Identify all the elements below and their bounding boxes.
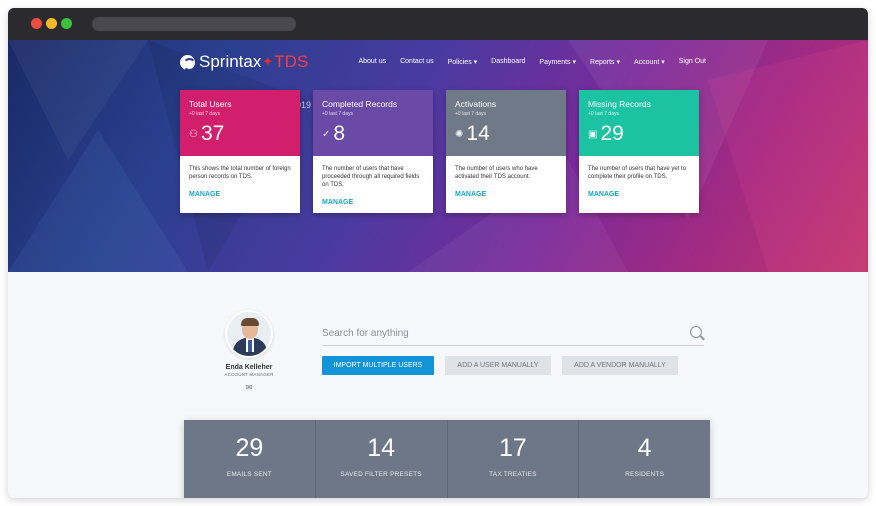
stats-panel: 29 EMAILS SENT 14 SAVED FILTER PRESETS 1… xyxy=(184,420,710,498)
maple-leaf-icon: ✦ xyxy=(262,54,274,69)
nav-item-dashboard[interactable]: Dashboard xyxy=(491,58,525,66)
card-subtitle: +0 last 7 days xyxy=(588,111,619,117)
stat-label: RESIDENTS xyxy=(625,471,665,478)
add-vendor-button[interactable]: ADD A VENDOR MANUALLY xyxy=(562,356,678,375)
nav-item-policies[interactable]: Policies ▾ xyxy=(448,58,478,66)
stat-value: 4 xyxy=(637,434,652,462)
card-head: Completed Records +0 last 7 days ✓ 8 xyxy=(313,90,433,156)
users-icon: ⚇ xyxy=(189,128,198,140)
card-activations: Activations +0 last 7 days ✺ 14 The numb… xyxy=(446,90,566,213)
stat-tax-treaties: 17 TAX TREATIES xyxy=(448,420,580,498)
card-subtitle: +0 last 7 days xyxy=(322,111,353,117)
browser-window: Sprintax ✦ TDS About us Contact us Polic… xyxy=(8,8,868,498)
manage-link[interactable]: MANAGE xyxy=(588,191,690,198)
manager-role: ACCOUNT MANAGER xyxy=(224,372,274,377)
card-subtitle: +0 last 7 days xyxy=(189,111,220,117)
manage-link[interactable]: MANAGE xyxy=(189,191,291,198)
maximize-window-button[interactable] xyxy=(61,18,72,29)
card-title: Completed Records xyxy=(322,99,398,109)
card-body: The number of users who have activated t… xyxy=(446,156,566,207)
browser-chrome xyxy=(8,8,868,40)
stat-emails-sent: 29 EMAILS SENT xyxy=(184,420,316,498)
bulb-icon: ✺ xyxy=(455,128,464,140)
search-input[interactable]: Search for anything xyxy=(322,328,409,339)
stat-saved-filter-presets: 14 SAVED FILTER PRESETS xyxy=(316,420,448,498)
card-value: 37 xyxy=(200,122,225,145)
check-circle-icon: ✓ xyxy=(322,128,331,140)
manage-link[interactable]: MANAGE xyxy=(455,191,557,198)
card-value: 8 xyxy=(333,122,346,145)
sprintax-logo-icon xyxy=(180,54,196,71)
card-value: 14 xyxy=(466,122,490,145)
card-total-users: Total Users +0 last 7 days ⚇ 37 This sho… xyxy=(180,90,300,213)
nav-item-about-us[interactable]: About us xyxy=(358,58,386,66)
top-nav: Sprintax ✦ TDS About us Contact us Polic… xyxy=(180,50,706,80)
stat-value: 14 xyxy=(367,434,396,462)
card-description: The number of users that have proceeded … xyxy=(322,166,420,188)
card-description: This shows the total number of foreign p… xyxy=(189,166,291,180)
card-title: Activations xyxy=(455,99,497,109)
avatar xyxy=(225,310,273,358)
nav-item-contact-us[interactable]: Contact us xyxy=(400,58,433,66)
brand-name: Sprintax xyxy=(199,52,262,71)
stat-label: TAX TREATIES xyxy=(489,471,537,478)
stat-residents: 4 RESIDENTS xyxy=(579,420,710,498)
add-user-button[interactable]: ADD A USER MANUALLY xyxy=(445,356,551,375)
doc-icon: ▣ xyxy=(588,128,598,140)
search-field[interactable]: Search for anything xyxy=(322,324,704,346)
card-body: The number of users that have proceeded … xyxy=(313,156,433,215)
stat-value: 17 xyxy=(498,434,527,462)
card-head: Activations +0 last 7 days ✺ 14 xyxy=(446,90,566,156)
address-bar[interactable] xyxy=(92,17,296,31)
search-icon[interactable] xyxy=(690,326,702,338)
card-subtitle: +0 last 7 days xyxy=(455,111,486,117)
card-value-row: ⚇ 37 xyxy=(189,122,224,146)
card-head: Total Users +0 last 7 days ⚇ 37 xyxy=(180,90,300,156)
card-title: Total Users xyxy=(189,99,232,109)
card-value-row: ✓ 8 xyxy=(322,122,345,146)
close-window-button[interactable] xyxy=(31,18,42,29)
hero-banner: Sprintax ✦ TDS About us Contact us Polic… xyxy=(8,40,868,272)
nav-item-payments[interactable]: Payments ▾ xyxy=(539,58,576,66)
card-value-row: ▣ 29 xyxy=(588,122,624,146)
account-manager: Enda Kelleher ACCOUNT MANAGER ✉ xyxy=(216,310,282,392)
brand-product: TDS xyxy=(274,52,309,71)
mail-icon[interactable]: ✉ xyxy=(216,383,282,392)
card-head: Missing Records +0 last 7 days ▣ 29 xyxy=(579,90,699,156)
card-completed-records: Completed Records +0 last 7 days ✓ 8 The… xyxy=(313,90,433,213)
card-description: The number of users that have yet to com… xyxy=(588,166,687,180)
stat-value: 29 xyxy=(235,434,264,462)
minimize-window-button[interactable] xyxy=(46,18,57,29)
stat-label: SAVED FILTER PRESETS xyxy=(340,471,422,478)
nav-item-reports[interactable]: Reports ▾ xyxy=(590,58,620,66)
card-description: The number of users who have activated t… xyxy=(455,166,538,180)
card-body: The number of users that have yet to com… xyxy=(579,156,699,207)
sprintax-logo[interactable]: Sprintax ✦ TDS xyxy=(180,52,308,72)
import-multiple-users-button[interactable]: IMPORT MULTIPLE USERS xyxy=(322,356,434,375)
manage-link[interactable]: MANAGE xyxy=(322,199,424,206)
card-body: This shows the total number of foreign p… xyxy=(180,156,300,207)
card-value-row: ✺ 14 xyxy=(455,122,490,146)
nav-menu: About us Contact us Policies ▾ Dashboard… xyxy=(358,58,706,66)
card-value: 29 xyxy=(600,122,624,145)
card-missing-records: Missing Records +0 last 7 days ▣ 29 The … xyxy=(579,90,699,213)
nav-item-account[interactable]: Account ▾ xyxy=(634,58,665,66)
manager-name: Enda Kelleher xyxy=(225,364,273,371)
card-title: Missing Records xyxy=(588,99,651,109)
nav-item-sign-out[interactable]: Sign Out xyxy=(679,58,706,66)
stat-label: EMAILS SENT xyxy=(226,471,272,478)
